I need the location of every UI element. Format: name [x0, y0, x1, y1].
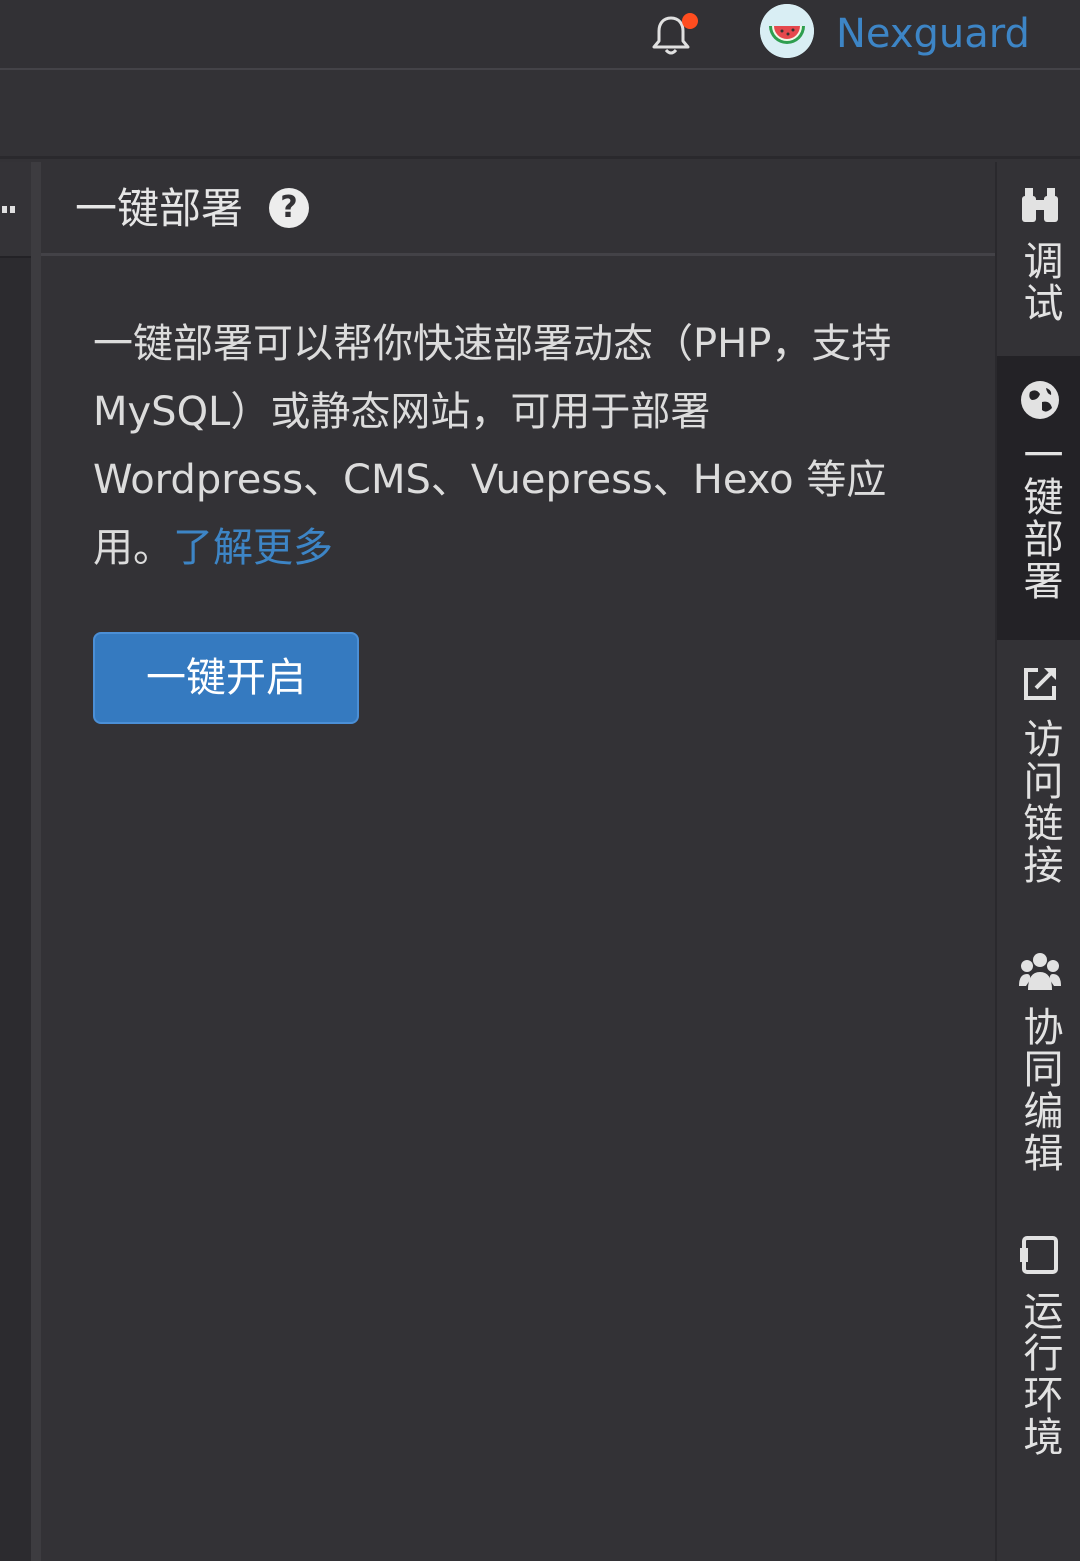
username-link[interactable]: Nexguard — [836, 8, 1030, 60]
tab-debug[interactable]: 调试 — [997, 162, 1080, 356]
help-icon[interactable]: ? — [269, 188, 309, 228]
watermelon-icon — [760, 4, 814, 58]
external-link-icon — [1023, 668, 1056, 700]
enable-deploy-button[interactable]: 一键开启 — [93, 632, 359, 724]
tab-one-click-deploy-label: 一键部署 — [1016, 434, 1063, 602]
tab-one-click-deploy[interactable]: 一键部署 — [997, 356, 1080, 640]
users-icon — [1018, 953, 1061, 990]
globe-icon — [1020, 381, 1059, 419]
tab-collaborative-edit-label: 协同编辑 — [1016, 1006, 1063, 1174]
more-icon[interactable] — [2, 206, 16, 214]
top-bar: Nexguard — [0, 0, 1080, 70]
tab-debug-label: 调试 — [1016, 240, 1063, 324]
learn-more-link[interactable]: 了解更多 — [173, 525, 333, 571]
right-tab-bar: 调试 一键部署 访问链接 协同编辑 运行环境 — [995, 162, 1080, 1561]
panel-header: 一键部署 ? — [41, 162, 995, 256]
panel-title: 一键部署 — [75, 184, 244, 233]
left-strip-header — [0, 162, 31, 258]
deploy-panel: 一键部署 ? 一键部署可以帮你快速部署动态（PHP，支持 MySQL）或静态网站… — [41, 162, 995, 1561]
tab-runtime-env-label: 运行环境 — [1016, 1290, 1063, 1458]
left-side-strip — [0, 162, 31, 1561]
monitor-icon — [1019, 1236, 1058, 1274]
tab-runtime-env[interactable]: 运行环境 — [997, 1212, 1080, 1502]
tab-access-link[interactable]: 访问链接 — [997, 640, 1080, 928]
tab-access-link-label: 访问链接 — [1016, 718, 1063, 886]
panel-splitter[interactable] — [31, 162, 41, 1561]
tab-collaborative-edit[interactable]: 协同编辑 — [997, 928, 1080, 1212]
notification-dot — [682, 13, 698, 29]
avatar[interactable] — [760, 4, 814, 58]
toolbar-strip — [0, 72, 1080, 159]
panel-description: 一键部署可以帮你快速部署动态（PHP，支持 MySQL）或静态网站，可用于部署 … — [93, 310, 953, 582]
binoculars-icon — [1021, 188, 1058, 222]
